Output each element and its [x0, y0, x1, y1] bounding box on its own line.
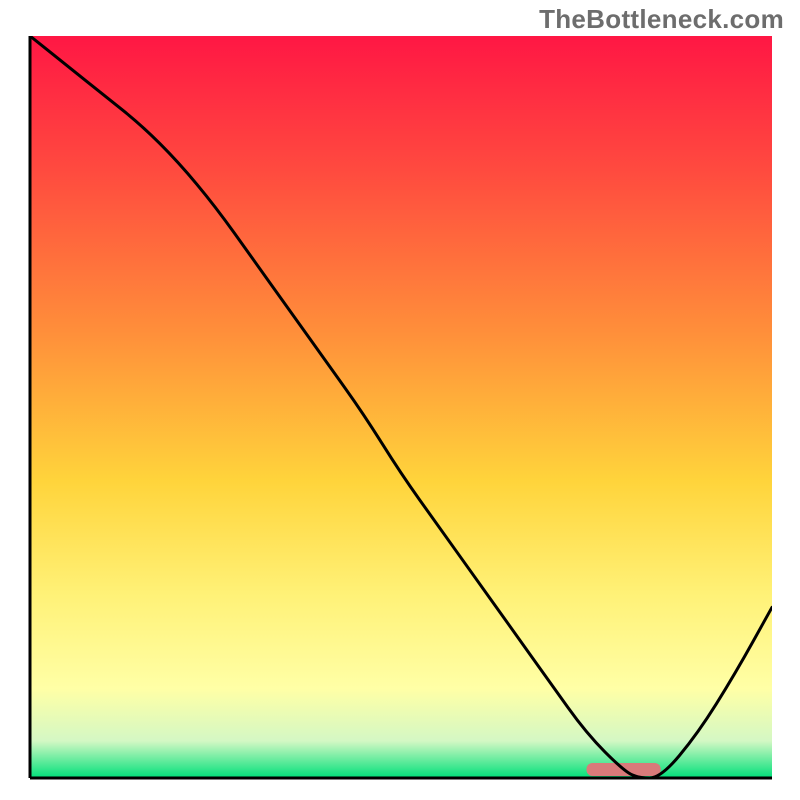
plot-background	[30, 36, 772, 778]
watermark-text: TheBottleneck.com	[539, 4, 784, 35]
chart-container: TheBottleneck.com	[0, 0, 800, 800]
chart-svg	[0, 0, 800, 800]
